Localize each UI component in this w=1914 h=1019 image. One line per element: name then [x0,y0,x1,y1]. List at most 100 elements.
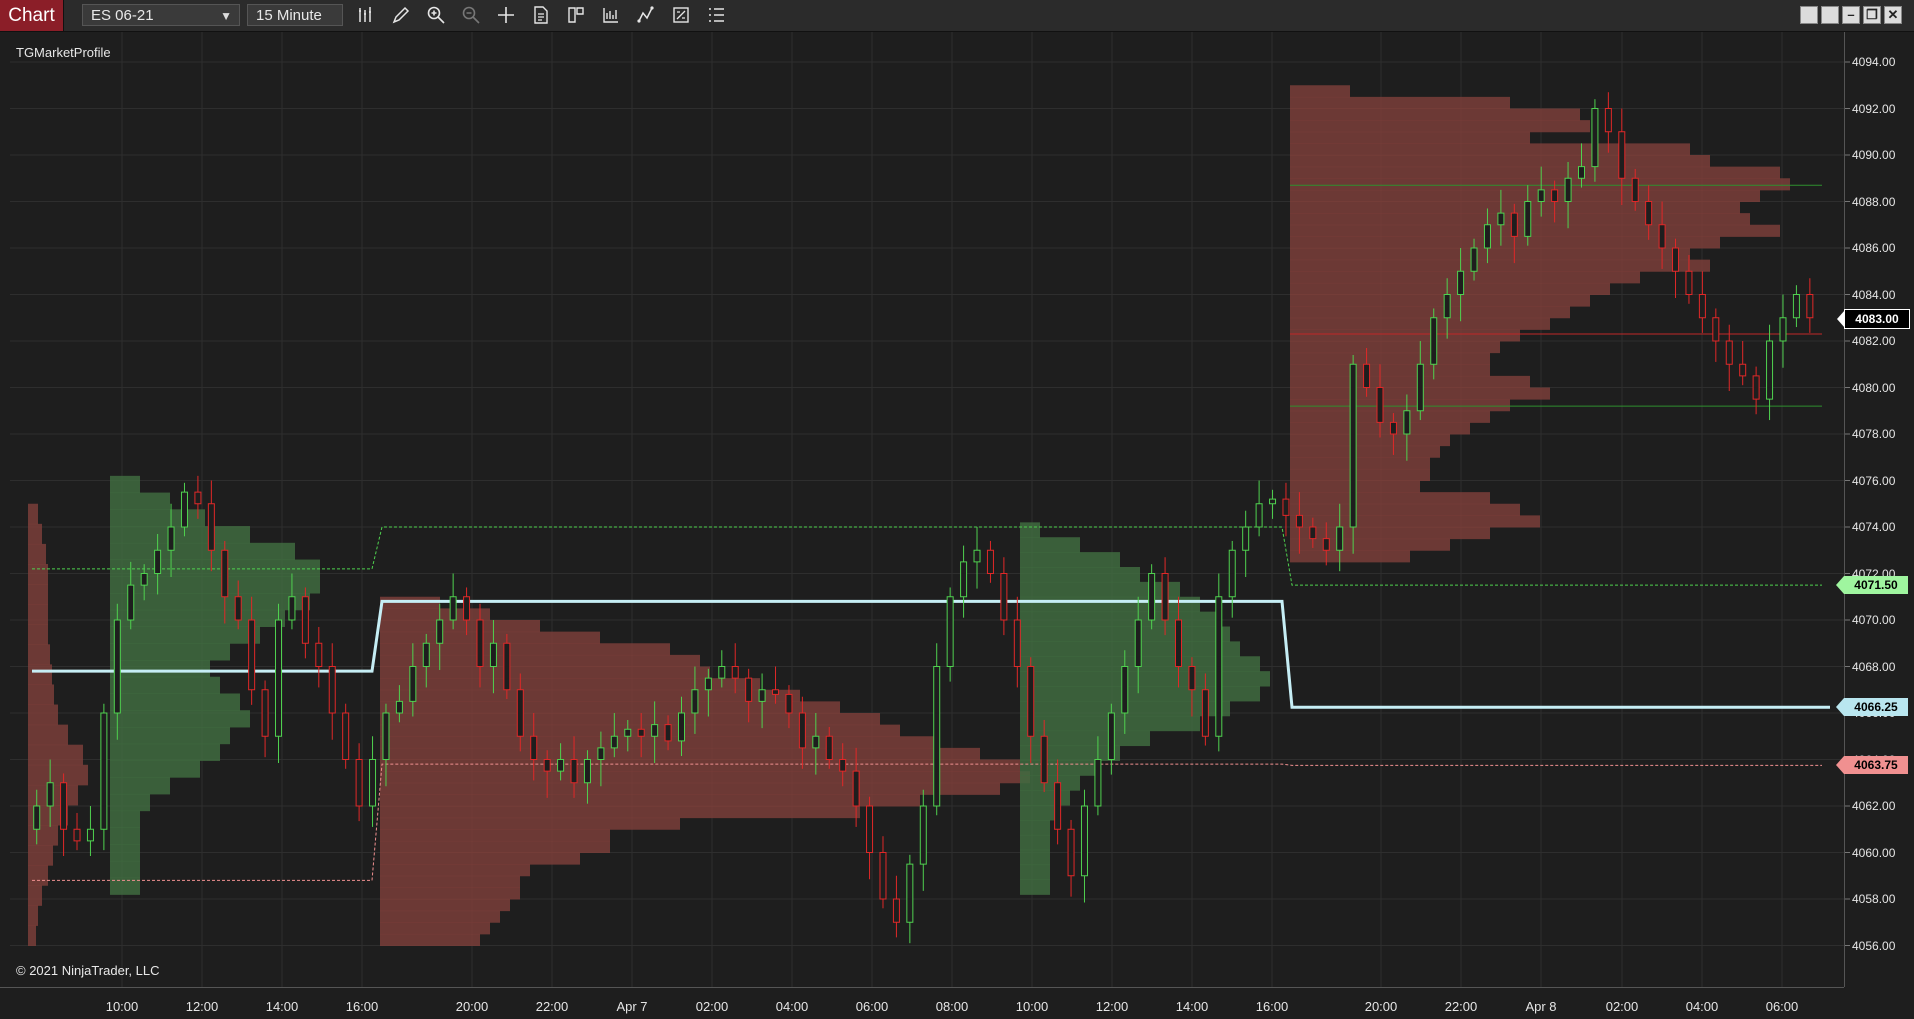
time-tick-label: 08:00 [935,999,969,1014]
price-tick-label: 4086.00 [1852,241,1896,255]
profile-row [1290,155,1710,168]
candle-body [892,898,900,923]
candle-body [1107,712,1115,760]
profile-row [110,726,230,745]
zoom-in-icon[interactable] [424,4,448,26]
drawing-tools-icon[interactable] [634,4,658,26]
profile-row [1020,537,1080,553]
candle-body [328,666,336,714]
profile-row [380,852,580,865]
candle-body [1510,212,1518,237]
candle-body [1806,294,1814,319]
candle-body [1349,363,1357,528]
profile-row [110,676,220,694]
profile-row [380,887,520,900]
candle-body [221,549,229,598]
candle-body [207,503,215,551]
candle-body [610,735,618,749]
candle-body [637,728,645,737]
properties-icon[interactable] [529,4,553,26]
candle-body [772,689,780,695]
price-tick-label: 4080.00 [1852,380,1896,395]
profile-row [1020,626,1230,642]
instrument-selector[interactable]: ES 06-21 ▼ [82,4,240,26]
profile-row [110,492,170,510]
time-tick-label: 06:00 [1765,999,1799,1014]
time-tick-label: 16:00 [1255,999,1289,1014]
profile-row [28,885,42,906]
profile-row [1290,306,1570,319]
profile-row [1020,849,1050,866]
candle-body [718,666,726,679]
profile-row [1290,364,1490,377]
close-icon[interactable]: ✕ [1884,6,1902,24]
profile-row [1290,85,1350,98]
profile-row [1290,341,1500,354]
templates-icon[interactable] [669,4,693,26]
profile-row [380,794,920,807]
profile-row [28,764,88,786]
profile-row [1290,271,1640,284]
bar-type-icon[interactable] [354,4,378,26]
candle-body [583,759,591,784]
profile-row [110,693,240,711]
candle-body [1443,294,1451,319]
candle-body [301,596,309,644]
interval-selector[interactable]: 15 Minute [247,4,343,26]
price-flag: 4071.50 [1836,576,1908,595]
price-chart[interactable] [0,32,1914,1019]
profile-row [1290,224,1780,237]
time-tick-label: Apr 7 [616,999,648,1014]
indicators-icon[interactable] [599,4,623,26]
candle-body [476,619,484,667]
tile2-icon[interactable] [1821,6,1839,24]
profile-row [1290,236,1720,249]
profile-row [1290,178,1790,191]
profile-row [380,840,610,853]
profile-row [1020,686,1260,702]
minimize-icon[interactable]: – [1842,6,1860,24]
profile-row [380,933,480,946]
candle-body [503,642,511,691]
candle-body [180,491,188,528]
profile-row [1290,527,1490,540]
restore-icon[interactable]: ❐ [1863,6,1881,24]
candle-body [422,642,430,667]
profile-row [1290,468,1430,481]
crosshair-icon[interactable] [494,4,518,26]
candle-body [1403,410,1411,435]
candle-body [1685,270,1693,295]
candle-body [825,735,833,760]
price-tick-label: 4076.00 [1852,473,1896,488]
profile-row [110,643,230,661]
candle-body [1309,526,1317,540]
profile-row [1290,445,1440,458]
pencil-icon[interactable] [389,4,413,26]
profile-row [110,526,250,544]
profile-row [28,825,58,846]
candle-body [798,712,806,749]
instrument-value: ES 06-21 [91,7,154,24]
profile-row [380,747,980,760]
chart-window-tag[interactable]: Chart [0,0,64,31]
candle-body [624,728,632,737]
candle-body [1228,549,1236,598]
candle-body [1000,573,1008,621]
candle-body [409,666,417,702]
candle-body [986,549,994,574]
profile-row [1290,410,1490,423]
candle-body [1201,689,1209,737]
candle-body [1752,375,1760,400]
tile-icon[interactable] [1800,6,1818,24]
zoom-out-icon[interactable] [459,4,483,26]
profile-row [380,817,680,830]
candle-body [1282,498,1290,516]
candle-body [113,619,121,714]
chart-toolbar: Chart ES 06-21 ▼ 15 Minute – ❐ ✕ [0,0,1914,32]
candle-body [1121,666,1129,714]
list-icon[interactable] [704,4,728,26]
time-tick-label: 12:00 [185,999,219,1014]
candle-body [946,596,954,667]
strategies-icon[interactable] [564,4,588,26]
time-tick-label: 14:00 [1175,999,1209,1014]
